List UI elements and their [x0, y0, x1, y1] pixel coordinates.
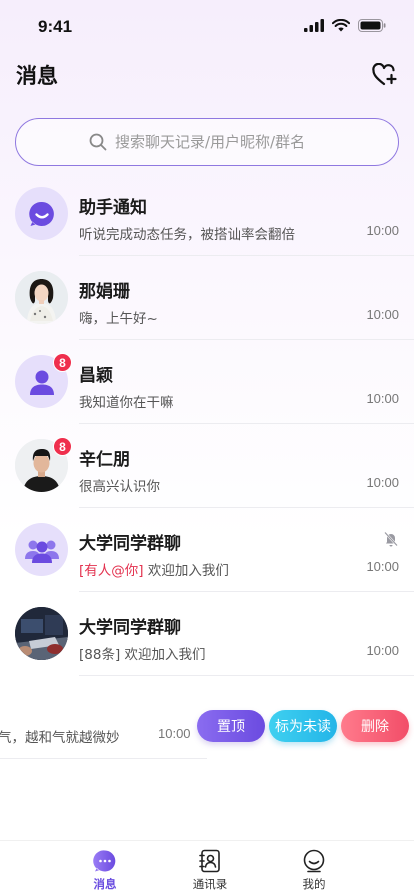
conversation-preview: [有人@你] 欢迎加入我们 — [79, 559, 229, 579]
tab-me[interactable]: 我的 — [279, 849, 349, 892]
conversation-time: 10:00 — [366, 307, 399, 322]
conversation-row-swiped[interactable]: 气，越和气就越微妙 10:00 置顶 标为未读 删除 — [0, 692, 414, 776]
conversation-preview: 嗨，上午好~ — [79, 311, 158, 327]
user-photo-icon — [15, 271, 68, 324]
conversation-row-user[interactable]: 那娟珊 嗨，上午好~ 10:00 — [0, 256, 414, 340]
tab-label: 通讯录 — [192, 877, 228, 891]
search-input[interactable] — [115, 133, 325, 151]
conversation-preview: 气，越和气就越微妙 — [0, 730, 120, 746]
conversation-name: 那娟珊 — [79, 282, 130, 302]
delete-button[interactable]: 删除 — [341, 710, 409, 742]
conversation-row-group[interactable]: 大学同学群聊 [88条] 欢迎加入我们 10:00 — [0, 592, 414, 676]
conversation-time: 10:00 — [158, 726, 191, 741]
signal-icon — [304, 19, 324, 32]
conversation-time: 10:00 — [366, 559, 399, 574]
battery-icon — [358, 19, 386, 32]
mention-tag: [有人@你] — [79, 563, 144, 579]
conversation-list: 助手通知 听说完成动态任务，被搭讪率会翻倍 10:00 那娟珊 嗨，上午好~ 1… — [0, 172, 414, 676]
page-title: 消息 — [16, 64, 58, 88]
conversation-preview: 听说完成动态任务，被搭讪率会翻倍 — [79, 227, 295, 243]
address-book-icon — [199, 849, 220, 873]
smiley-icon — [303, 849, 325, 873]
avatar — [15, 607, 68, 660]
divider — [0, 758, 207, 759]
conversation-time: 10:00 — [366, 223, 399, 238]
conversation-row-assistant[interactable]: 助手通知 听说完成动态任务，被搭讪率会翻倍 10:00 — [0, 172, 414, 256]
conversation-name: 助手通知 — [79, 198, 147, 218]
add-friend-button[interactable] — [370, 60, 400, 90]
status-icons — [304, 19, 386, 32]
conversation-name: 昌颖 — [79, 366, 113, 386]
conversation-time: 10:00 — [366, 475, 399, 490]
avatar — [15, 271, 68, 324]
group-icon — [24, 540, 59, 563]
pin-button[interactable]: 置顶 — [197, 710, 265, 742]
conversation-preview: 我知道你在干嘛 — [79, 395, 174, 411]
chat-bubble-icon — [93, 850, 116, 872]
status-time: 9:41 — [38, 17, 73, 36]
avatar — [15, 187, 68, 240]
assistant-icon — [28, 201, 54, 226]
conversation-time: 10:00 — [366, 643, 399, 658]
search-bar[interactable] — [15, 118, 399, 166]
conversation-row-user[interactable]: 8 昌颖 我知道你在干嘛 10:00 — [0, 340, 414, 424]
group-photo-icon — [15, 607, 68, 660]
conversation-row-group[interactable]: 大学同学群聊 [有人@你] 欢迎加入我们 10:00 — [0, 508, 414, 592]
unread-badge: 8 — [53, 437, 72, 456]
mark-unread-button[interactable]: 标为未读 — [269, 710, 337, 742]
conversation-preview: 很高兴认识你 — [79, 479, 160, 495]
default-user-icon — [29, 370, 54, 395]
conversation-name: 大学同学群聊 — [79, 618, 181, 638]
divider — [79, 675, 414, 676]
mute-icon — [383, 531, 399, 551]
status-bar: 9:41 — [0, 0, 414, 54]
conversation-name: 大学同学群聊 — [79, 534, 181, 554]
tab-bar: 消息 通讯录 我的 — [0, 840, 414, 896]
conversation-name: 辛仁朋 — [79, 450, 130, 470]
tab-label: 消息 — [93, 877, 117, 891]
wifi-icon — [332, 19, 350, 32]
tab-label: 我的 — [302, 877, 326, 891]
preview-text: 欢迎加入我们 — [143, 563, 229, 579]
tab-messages[interactable]: 消息 — [70, 849, 140, 892]
conversation-time: 10:00 — [366, 391, 399, 406]
avatar — [15, 523, 68, 576]
conversation-preview: [88条] 欢迎加入我们 — [79, 647, 206, 663]
tab-contacts[interactable]: 通讯录 — [175, 849, 245, 892]
heart-plus-icon — [372, 63, 397, 86]
conversation-row-user[interactable]: 8 辛仁朋 很高兴认识你 10:00 — [0, 424, 414, 508]
unread-badge: 8 — [53, 353, 72, 372]
search-icon — [89, 133, 107, 151]
